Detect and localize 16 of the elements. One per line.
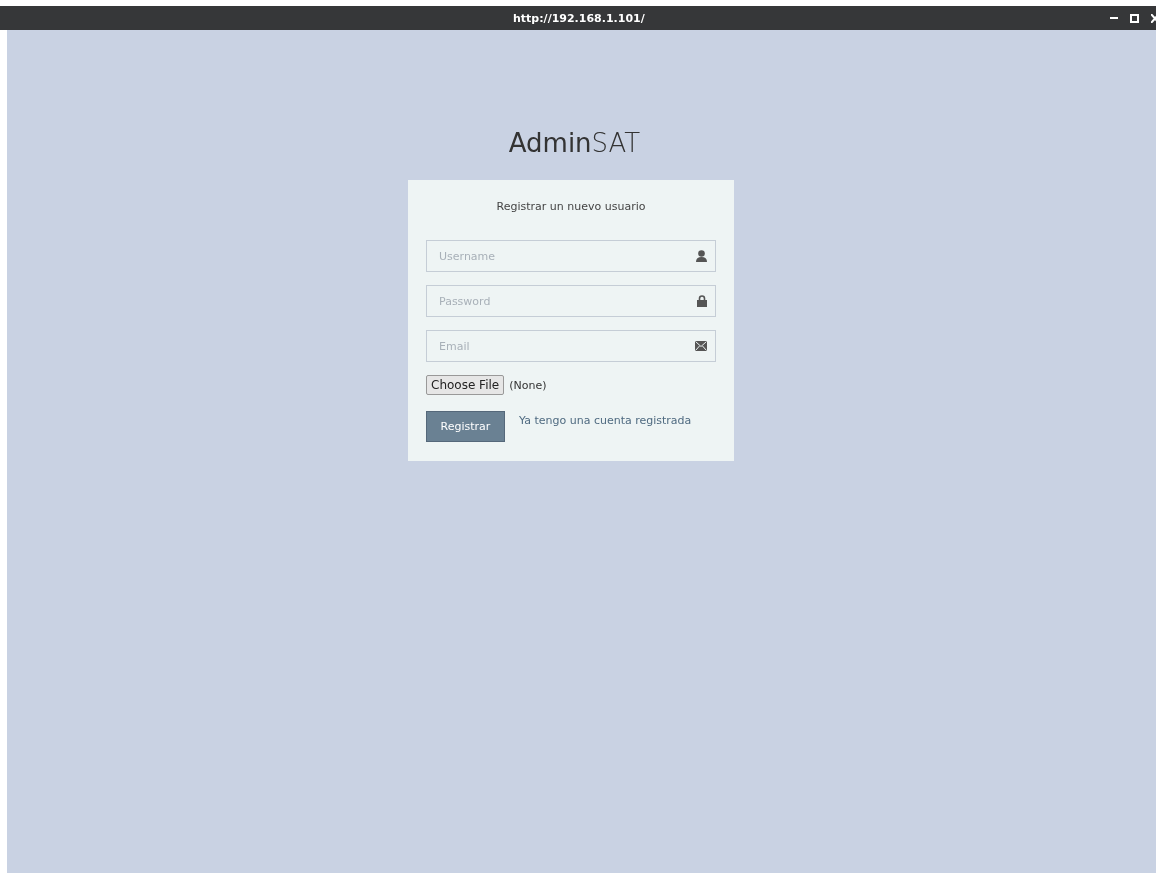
window-title: http://192.168.1.101/ xyxy=(513,11,645,25)
file-status: (None) xyxy=(509,378,547,392)
lock-field[interactable]: Password xyxy=(426,285,716,317)
minimize-icon[interactable] xyxy=(1110,14,1118,22)
close-icon[interactable] xyxy=(1151,13,1156,23)
email-field[interactable]: Email xyxy=(426,330,716,362)
choose-file-button[interactable]: Choose File xyxy=(426,375,505,395)
register-button[interactable]: Registrar xyxy=(426,411,505,442)
login-link[interactable]: Ya tengo una cuenta registrada xyxy=(519,414,692,427)
user-field[interactable]: Username xyxy=(426,240,716,272)
logo-text: AdminSAT xyxy=(508,128,641,158)
user-icon xyxy=(696,250,707,262)
form-heading: Registrar un nuevo usuario xyxy=(495,200,647,213)
envelope-icon xyxy=(695,341,707,351)
maximize-icon[interactable] xyxy=(1130,13,1139,23)
lock-icon xyxy=(697,295,707,307)
